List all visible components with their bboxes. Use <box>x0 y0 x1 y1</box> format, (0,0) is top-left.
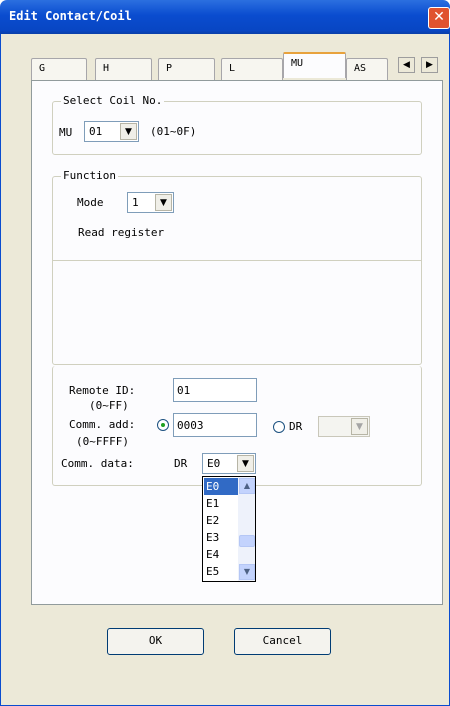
remote-id-input[interactable]: 01 <box>173 378 257 402</box>
title-bar: Edit Contact/Coil ✕ <box>0 0 450 34</box>
function-divider <box>53 260 421 261</box>
scrollbar-thumb[interactable] <box>239 535 255 547</box>
mode-label: Mode <box>77 196 104 209</box>
comm-add-range: (0~FFFF) <box>76 435 129 448</box>
tab-g[interactable]: G <box>31 58 87 80</box>
dropdown-scrollbar[interactable]: ▲ ▼ <box>238 477 255 581</box>
tab-scroll-right-icon[interactable]: ▶ <box>421 57 438 73</box>
comm-data-select[interactable]: E0 ▼ <box>202 453 256 474</box>
scroll-down-icon[interactable]: ▼ <box>239 564 255 580</box>
ok-button[interactable]: OK <box>107 628 204 655</box>
remote-id-range: (0~FF) <box>89 399 129 412</box>
tab-mu[interactable]: MU <box>283 52 346 78</box>
comm-data-prefix: DR <box>174 457 188 470</box>
comm-add-radio[interactable] <box>157 419 169 431</box>
list-item[interactable]: E2 <box>204 512 238 529</box>
chevron-down-icon: ▼ <box>120 123 137 140</box>
mode-description: Read register <box>78 226 165 239</box>
comm-add-input[interactable]: 0003 <box>173 413 257 437</box>
coil-prefix-label: MU <box>59 126 73 139</box>
mode-select[interactable]: 1 ▼ <box>127 192 174 213</box>
coil-number-select[interactable]: 01 ▼ <box>84 121 139 142</box>
tab-l[interactable]: L <box>221 58 283 80</box>
remote-id-label: Remote ID: <box>69 384 136 397</box>
tab-as[interactable]: AS <box>346 58 388 80</box>
comm-data-dropdown-list[interactable]: E0 E1 E2 E3 E4 E5 ▲ ▼ <box>202 476 256 582</box>
comm-data-label: Comm. data: <box>61 457 134 470</box>
list-item[interactable]: E3 <box>204 529 238 546</box>
chevron-down-icon: ▼ <box>155 194 172 211</box>
close-icon[interactable]: ✕ <box>428 7 450 29</box>
list-item[interactable]: E5 <box>204 563 238 580</box>
list-item[interactable]: E4 <box>204 546 238 563</box>
function-group: Function <box>52 169 422 365</box>
function-legend: Function <box>61 169 118 182</box>
select-coil-legend: Select Coil No. <box>61 94 165 107</box>
scroll-up-icon[interactable]: ▲ <box>239 478 255 494</box>
chevron-down-icon: ▼ <box>351 418 368 435</box>
comm-add-label: Comm. add: <box>69 418 136 431</box>
coil-range-label: (01~0F) <box>150 125 197 138</box>
cancel-button[interactable]: Cancel <box>234 628 331 655</box>
tab-h[interactable]: H <box>95 58 152 80</box>
window-title: Edit Contact/Coil <box>9 9 132 23</box>
dr-radio-label: DR <box>289 420 303 433</box>
chevron-down-icon: ▼ <box>237 455 254 472</box>
list-item[interactable]: E1 <box>204 495 238 512</box>
dr-radio[interactable] <box>273 421 285 433</box>
dr-select[interactable]: ▼ <box>318 416 370 437</box>
list-item[interactable]: E0 <box>204 478 238 495</box>
tab-scroll-left-icon[interactable]: ◀ <box>398 57 415 73</box>
tab-p[interactable]: P <box>158 58 215 80</box>
